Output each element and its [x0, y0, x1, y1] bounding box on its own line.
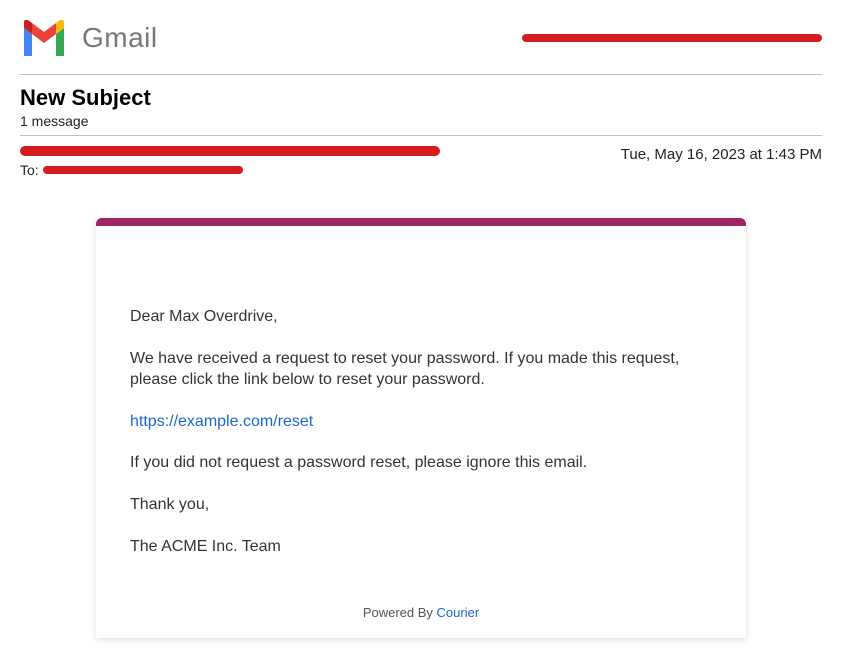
- to-label: To:: [20, 162, 39, 178]
- header-row: Gmail: [20, 20, 822, 74]
- account-name-redacted: [522, 34, 822, 42]
- product-name: Gmail: [82, 22, 158, 54]
- greeting: Dear Max Overdrive,: [130, 306, 712, 328]
- email-body: Dear Max Overdrive, We have received a r…: [96, 226, 746, 597]
- body-paragraph-2: If you did not request a password reset,…: [130, 452, 712, 474]
- closing: Thank you,: [130, 494, 712, 516]
- gmail-logo-icon: [20, 20, 68, 56]
- card-footer: Powered By Courier: [96, 597, 746, 638]
- email-card: Dear Max Overdrive, We have received a r…: [96, 218, 746, 638]
- courier-link[interactable]: Courier: [437, 605, 480, 620]
- message-count: 1 message: [20, 113, 822, 129]
- card-accent-bar: [96, 218, 746, 226]
- logo-group: Gmail: [20, 20, 158, 56]
- body-paragraph-1: We have received a request to reset your…: [130, 348, 712, 391]
- thread-subject: New Subject: [20, 85, 822, 111]
- subject-block: New Subject 1 message: [20, 75, 822, 135]
- timestamp: Tue, May 16, 2023 at 1:43 PM: [621, 146, 822, 163]
- to-address-redacted: [43, 166, 243, 174]
- reset-link[interactable]: https://example.com/reset: [130, 413, 313, 430]
- signoff: The ACME Inc. Team: [130, 536, 712, 558]
- powered-by-prefix: Powered By: [363, 605, 437, 620]
- meta-row: To: Tue, May 16, 2023 at 1:43 PM: [20, 136, 822, 178]
- from-address-redacted: [20, 146, 440, 156]
